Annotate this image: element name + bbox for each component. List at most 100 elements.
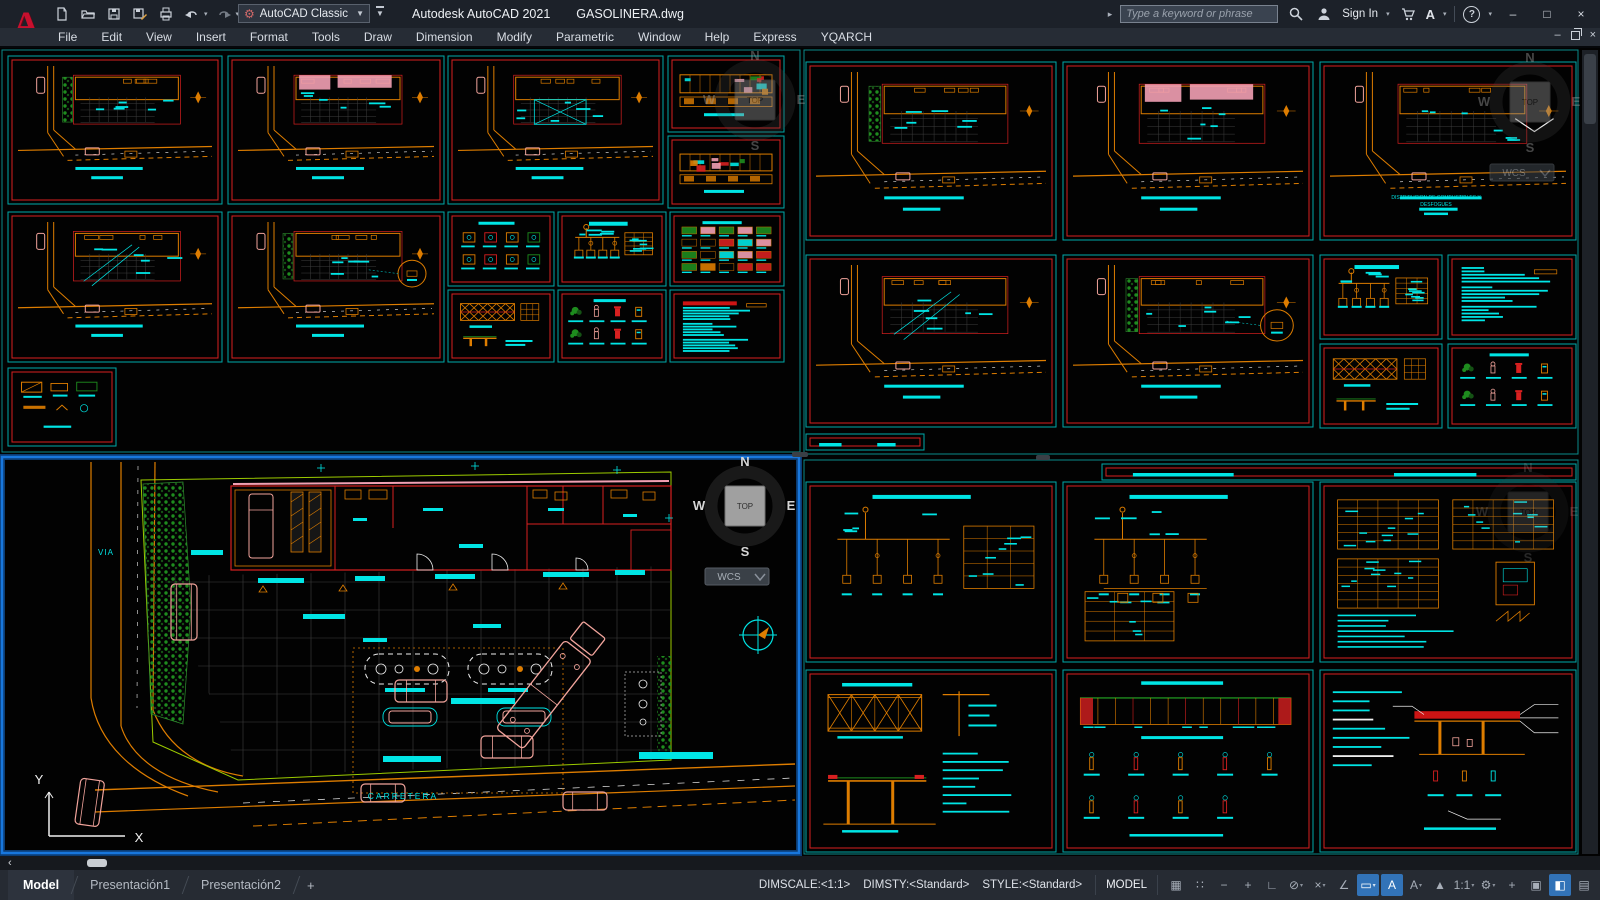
sheet-site	[8, 56, 222, 204]
infocenter-collapse-arrow[interactable]: ▸	[1108, 9, 1113, 20]
model-space-canvas[interactable]: DISTRIBUCION DE COMBUSTIBLES YDESFOGUESN…	[0, 48, 1600, 856]
sheet-section	[1063, 670, 1313, 852]
divider	[1454, 6, 1455, 22]
north-symbol	[739, 616, 777, 654]
doc-close-button[interactable]: ×	[1590, 29, 1596, 41]
sheet-lattice	[1320, 344, 1442, 428]
doc-restore-button[interactable]	[1571, 31, 1580, 40]
sheet-canopyRed	[1320, 670, 1576, 852]
autodesk-app-icon[interactable]: A	[1426, 7, 1435, 22]
zoom-in-icon[interactable]: +	[1237, 874, 1259, 896]
menubar: FileEditViewInsertFormatToolsDrawDimensi…	[0, 28, 1600, 48]
sheet-site	[448, 56, 663, 204]
snap-mode-icon[interactable]: ∷	[1189, 874, 1211, 896]
viewport-top-left[interactable]	[2, 50, 800, 452]
menu-item-parametric[interactable]: Parametric	[544, 28, 626, 46]
sheet-site	[1063, 62, 1313, 240]
tab-presentación2[interactable]: Presentación2	[186, 870, 296, 900]
sheet-electricalMini	[558, 212, 666, 286]
menu-item-file[interactable]: File	[46, 28, 89, 46]
svg-text:E: E	[1570, 504, 1579, 519]
ortho-mode-icon[interactable]: ∟	[1261, 874, 1283, 896]
workspace-customize-button[interactable]: ▼	[376, 6, 384, 19]
sheet-site	[1063, 255, 1313, 427]
document-title: GASOLINERA.dwg	[576, 7, 684, 21]
model-space-toggle[interactable]: MODEL	[1095, 875, 1158, 895]
annotation-scale-icon[interactable]: ▲	[1429, 874, 1451, 896]
workspace-dropdown[interactable]: ⚙ AutoCAD Classic ▼	[238, 4, 370, 23]
object-snap-tracking-icon[interactable]: ∠	[1333, 874, 1355, 896]
viewport-top-right[interactable]	[804, 50, 1578, 454]
horizontal-scrollbar[interactable]: ‹	[0, 856, 1600, 870]
plot-button[interactable]	[156, 4, 176, 24]
menu-item-draw[interactable]: Draw	[352, 28, 404, 46]
annotation-monitor-icon[interactable]: +	[1501, 874, 1523, 896]
annotation-visibility-icon[interactable]: A	[1381, 874, 1403, 896]
menu-item-help[interactable]: Help	[693, 28, 742, 46]
menu-item-insert[interactable]: Insert	[184, 28, 238, 46]
menu-item-edit[interactable]: Edit	[89, 28, 134, 46]
tab-presentación1[interactable]: Presentación1	[75, 870, 185, 900]
zoom-out-icon[interactable]: −	[1213, 874, 1235, 896]
svg-text:DESFOGUES: DESFOGUES	[1420, 202, 1452, 208]
tab-model[interactable]: Model	[8, 870, 74, 900]
save-button[interactable]	[104, 4, 124, 24]
sign-in-caret[interactable]: ▾	[1386, 10, 1390, 18]
units-icon[interactable]: ▣	[1525, 874, 1547, 896]
menu-item-tools[interactable]: Tools	[300, 28, 352, 46]
svg-text:N: N	[750, 48, 759, 63]
isometric-drafting-icon[interactable]: ×▾	[1309, 874, 1331, 896]
undo-button[interactable]	[182, 4, 202, 24]
menu-item-dimension[interactable]: Dimension	[404, 28, 485, 46]
menu-item-yqarch[interactable]: YQARCH	[809, 28, 884, 46]
clean-screen-icon[interactable]: ▤	[1573, 874, 1595, 896]
add-layout-button[interactable]: +	[297, 878, 325, 893]
drawing-area[interactable]: DISTRIBUCION DE COMBUSTIBLES YDESFOGUESN…	[0, 48, 1600, 856]
svg-text:S: S	[741, 544, 750, 559]
svg-text:W: W	[1478, 94, 1491, 109]
open-folder-button[interactable]	[78, 4, 98, 24]
menu-item-format[interactable]: Format	[238, 28, 300, 46]
workspace-gear-icon[interactable]: ⚙▾	[1477, 874, 1499, 896]
viewcube[interactable]: NSWETOP	[693, 454, 796, 559]
search-icon[interactable]	[1286, 4, 1306, 24]
help-icon[interactable]: ?	[1463, 6, 1480, 23]
wcs-dropdown[interactable]: WCS	[705, 568, 769, 585]
sheet-site	[806, 62, 1056, 240]
grid-display-icon[interactable]: ▦	[1165, 874, 1187, 896]
app-store-cart-icon[interactable]	[1398, 4, 1418, 24]
minimize-button[interactable]: –	[1500, 2, 1526, 26]
menu-item-modify[interactable]: Modify	[485, 28, 544, 46]
menu-item-view[interactable]: View	[134, 28, 184, 46]
undo-caret[interactable]: ▾	[204, 10, 208, 18]
sheet-site	[806, 255, 1056, 427]
dynamic-input-icon[interactable]: ▭▾	[1357, 874, 1379, 896]
svg-text:TOP: TOP	[1522, 98, 1538, 107]
sheet-misc	[8, 368, 116, 446]
svg-text:VIA: VIA	[98, 548, 114, 557]
help-caret[interactable]: ▾	[1488, 10, 1492, 18]
search-input[interactable]	[1120, 5, 1278, 23]
menu-item-express[interactable]: Express	[741, 28, 808, 46]
viewcube[interactable]: NSWETOP	[703, 48, 806, 153]
svg-text:N: N	[1525, 50, 1534, 65]
new-file-button[interactable]	[52, 4, 72, 24]
save-as-button[interactable]	[130, 4, 150, 24]
autodesk-app-caret[interactable]: ▾	[1443, 10, 1447, 18]
scroll-left-icon[interactable]: ‹	[8, 856, 12, 870]
close-button[interactable]: ×	[1568, 2, 1594, 26]
sign-in-button[interactable]: Sign In	[1342, 8, 1378, 20]
quick-properties-icon[interactable]: ◧	[1549, 874, 1571, 896]
doc-minimize-button[interactable]: –	[1554, 29, 1560, 41]
scale-value[interactable]: 1:1▾	[1453, 874, 1475, 896]
autoscale-icon[interactable]: A▾	[1405, 874, 1427, 896]
maximize-button[interactable]: □	[1534, 2, 1560, 26]
sheet-site	[8, 212, 222, 362]
svg-text:Y: Y	[35, 772, 44, 787]
scrollbar-thumb[interactable]	[87, 859, 107, 867]
polar-tracking-icon[interactable]: ⊘▾	[1285, 874, 1307, 896]
wcs-dropdown[interactable]: WCS	[1490, 164, 1554, 181]
menu-item-window[interactable]: Window	[626, 28, 693, 46]
sheet-landscape	[558, 290, 666, 362]
redo-button[interactable]	[214, 4, 234, 24]
